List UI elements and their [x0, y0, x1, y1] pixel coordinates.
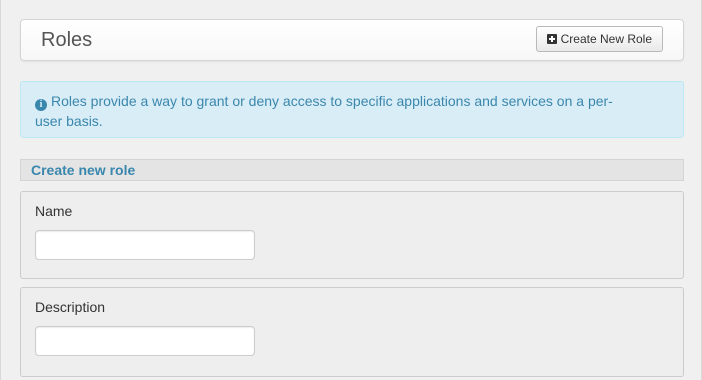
name-field-group: Name	[20, 191, 684, 279]
info-alert-text: Roles provide a way to grant or deny acc…	[35, 93, 613, 129]
info-alert-content: i Roles provide a way to grant or deny ac…	[35, 91, 635, 131]
description-label: Description	[35, 299, 106, 315]
info-circle-icon: i	[35, 99, 47, 111]
page-header: Roles Create New Role	[20, 19, 684, 61]
plus-square-icon	[546, 34, 557, 44]
info-alert: i Roles provide a way to grant or deny ac…	[20, 81, 684, 138]
description-field-group: Description	[20, 287, 684, 377]
create-role-heading: Create new role	[20, 159, 684, 181]
create-new-role-label: Create New Role	[560, 32, 652, 46]
name-label: Name	[35, 203, 73, 219]
page-title: Roles	[41, 29, 93, 51]
create-new-role-button[interactable]: Create New Role	[535, 26, 663, 52]
name-input[interactable]	[35, 230, 255, 260]
roles-page: Roles Create New Role i Roles provide a w…	[0, 0, 702, 380]
description-input[interactable]	[35, 326, 255, 356]
